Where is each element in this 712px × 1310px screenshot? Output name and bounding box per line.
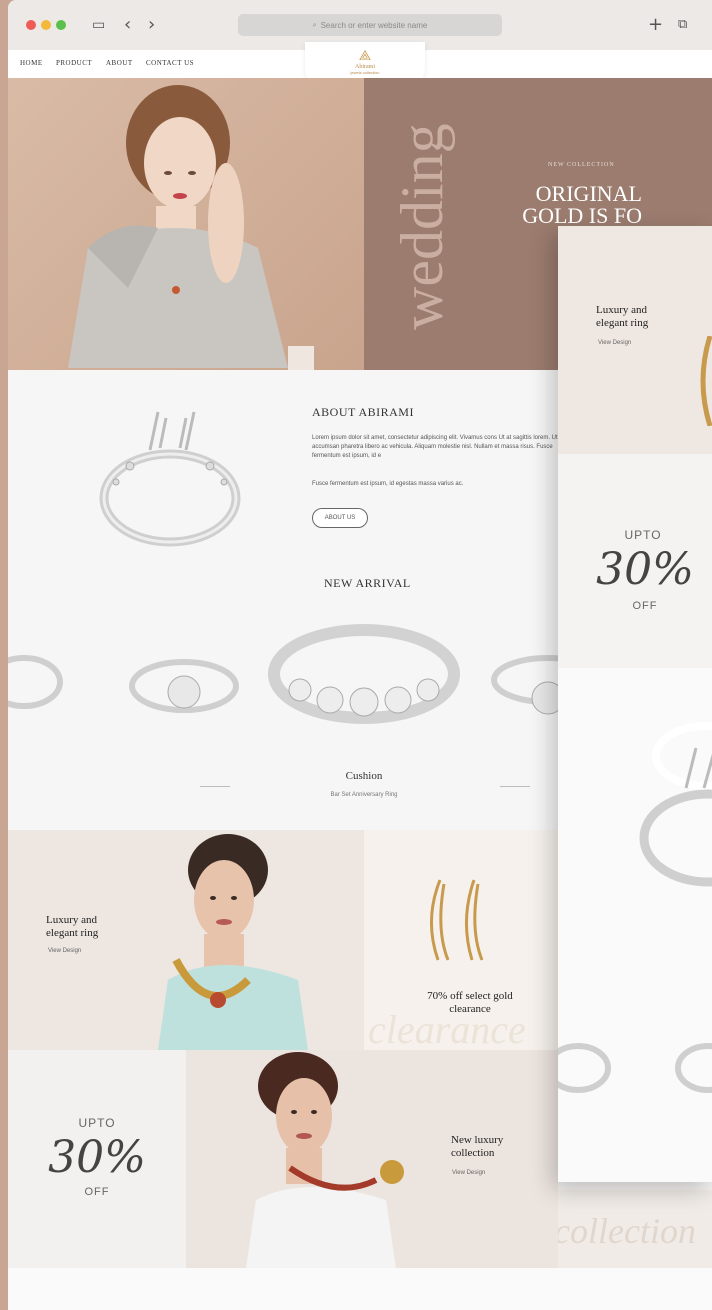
- about-paragraph-2: Fusce fermentum est ipsum, id egestas ma…: [312, 481, 464, 487]
- maximize-window-button[interactable]: [56, 20, 66, 30]
- about-title: ABOUT ABIRAMI: [312, 405, 414, 419]
- nav-contact[interactable]: CONTACT US: [146, 59, 194, 67]
- featured-product-subtitle: Bar Set Anniversary Ring: [330, 792, 398, 798]
- promo-collection-title: New luxury collection: [451, 1134, 504, 1159]
- browser-window: ▭ ‹ › ⌕ Search or enter website name + ⧉…: [8, 0, 712, 1310]
- back-icon[interactable]: ‹: [124, 14, 131, 36]
- sale-off: OFF: [84, 1186, 110, 1198]
- promo-tile-clearance[interactable]: 70% off select gold clearance clearance: [364, 830, 558, 1050]
- nav-home[interactable]: HOME: [20, 59, 43, 67]
- collection-bg-strip: collection: [558, 1190, 712, 1268]
- new-arrival-title: NEW ARRIVAL: [324, 576, 411, 590]
- side-ring-gallery: [545, 668, 712, 1182]
- featured-product-name[interactable]: Cushion: [308, 770, 420, 782]
- side-mockup-panel: Luxury and elegant ring View Design UPTO…: [545, 226, 712, 1182]
- promo-ring-link[interactable]: View Design: [48, 948, 81, 954]
- side-promo-necklace-image: [700, 336, 712, 426]
- logo-mark-icon: ⟁: [358, 48, 372, 64]
- side-sale-upto: UPTO: [624, 528, 662, 542]
- nav-about[interactable]: ABOUT: [106, 59, 133, 67]
- about-paragraph-1: Lorem ipsum dolor sit amet, consectetur …: [312, 435, 558, 459]
- hero-image: [8, 78, 364, 370]
- promo-tile-ring[interactable]: Luxury and elegant ring View Design: [8, 830, 364, 1050]
- brand-tagline: jewels collection: [350, 70, 380, 75]
- carousel-next-arrow[interactable]: [500, 786, 530, 787]
- promo-tile-collection[interactable]: New luxury collection View Design: [186, 1050, 558, 1268]
- new-tab-icon[interactable]: +: [648, 14, 663, 36]
- sale-upto: UPTO: [78, 1116, 116, 1130]
- address-bar[interactable]: ⌕ Search or enter website name: [238, 14, 502, 36]
- collection-bg-word: collection: [558, 1211, 696, 1251]
- about-us-button[interactable]: ABOUT US: [312, 508, 368, 528]
- promo-ring-title: Luxury and elegant ring: [46, 914, 99, 939]
- nav-product[interactable]: PRODUCT: [56, 59, 92, 67]
- side-promo-ring[interactable]: Luxury and elegant ring View Design: [558, 226, 712, 454]
- about-ring-image: [99, 411, 241, 547]
- footer-strip: [8, 1268, 712, 1310]
- search-icon: ⌕: [312, 20, 317, 29]
- side-promo-link[interactable]: View Design: [598, 340, 631, 346]
- carousel-prev-arrow[interactable]: [200, 786, 230, 787]
- promo-tile-sale[interactable]: UPTO 30% OFF: [8, 1050, 186, 1268]
- tabs-icon[interactable]: ⧉: [678, 14, 687, 36]
- side-sale-percent: 30%: [596, 544, 694, 595]
- side-sale-off: OFF: [632, 600, 658, 612]
- sidebar-icon[interactable]: ▭: [92, 14, 105, 36]
- promo-collection-link[interactable]: View Design: [452, 1170, 485, 1176]
- sale-percent: 30%: [48, 1132, 146, 1183]
- side-promo-title: Luxury and elegant ring: [596, 304, 649, 329]
- close-window-button[interactable]: [26, 20, 36, 30]
- hero-headline: ORIGINAL GOLD IS FO: [522, 181, 642, 228]
- address-bar-placeholder: Search or enter website name: [320, 20, 428, 30]
- model-portrait-illustration: [68, 85, 314, 370]
- forward-icon[interactable]: ›: [148, 14, 155, 36]
- minimize-window-button[interactable]: [41, 20, 51, 30]
- hero-vertical-word: wedding: [389, 123, 455, 330]
- side-ring-images: [545, 722, 712, 1093]
- necklace-model-illustration: [158, 834, 308, 1050]
- hero-kicker: NEW COLLECTION: [548, 162, 615, 168]
- promo-clearance-bg-word: clearance: [368, 1007, 526, 1050]
- side-sale-tile[interactable]: UPTO 30% OFF: [558, 454, 712, 668]
